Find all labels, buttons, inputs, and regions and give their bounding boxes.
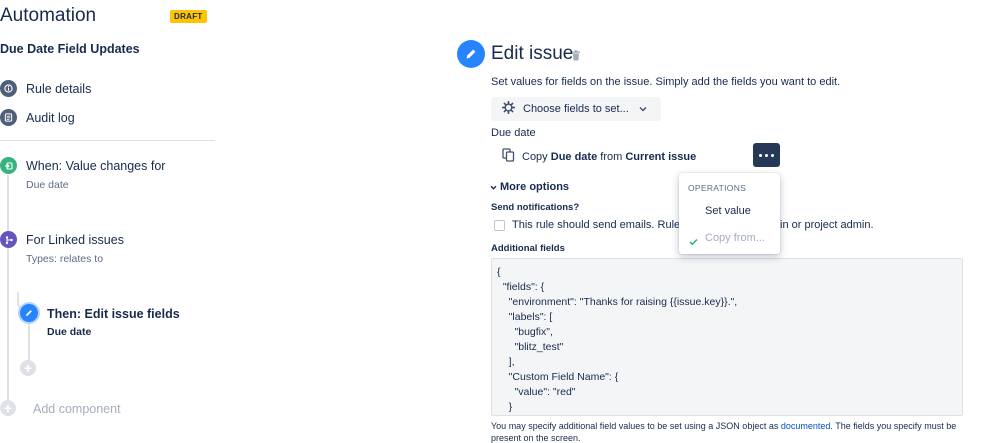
- app-title: Automation: [0, 5, 97, 26]
- additional-fields-help: You may specify additional field values …: [491, 420, 966, 443]
- choose-fields-button[interactable]: Choose fields to set...: [491, 97, 661, 121]
- json-line: "labels": [: [497, 311, 553, 323]
- json-line: "environment": "Thanks for raising {{iss…: [497, 296, 738, 308]
- copy-middle: from: [600, 150, 623, 163]
- step-trigger-subtitle: Due date: [26, 179, 69, 191]
- more-options-label: More options: [500, 181, 570, 193]
- pencil-icon: [20, 304, 38, 322]
- send-notifications-text-end: in or project admin.: [780, 219, 874, 231]
- step-branch-subtitle: Types: relates to: [26, 253, 104, 265]
- info-icon: [0, 80, 17, 97]
- chevron-down-icon: [490, 183, 497, 192]
- chevron-down-icon: [639, 103, 647, 115]
- menu-item-set-value[interactable]: Set value: [705, 205, 751, 217]
- json-line: "bugfix",: [497, 326, 553, 338]
- copy-prefix: Copy: [522, 150, 548, 163]
- sidebar-item-rule-details[interactable]: Rule details: [0, 80, 91, 97]
- copy-source: Current issue: [625, 150, 697, 163]
- send-notifications-checkbox[interactable]: [494, 219, 505, 231]
- add-component-link[interactable]: Add component: [33, 402, 121, 416]
- send-notifications-label: Send notifications?: [491, 202, 580, 213]
- add-step-button[interactable]: +: [20, 360, 36, 376]
- step-trigger-title[interactable]: When: Value changes for: [26, 159, 165, 173]
- rule-name: Due Date Field Updates: [0, 42, 140, 56]
- add-component-icon[interactable]: +: [0, 400, 16, 416]
- flow-connector: [7, 248, 9, 400]
- copy-field-name: Due date: [550, 150, 598, 163]
- edit-issue-icon: [457, 40, 485, 68]
- send-notifications-row[interactable]: This rule should send emails. Rule: [494, 219, 680, 231]
- json-line: }: [497, 401, 513, 413]
- plus-icon: +: [3, 400, 13, 416]
- plus-icon: +: [23, 360, 33, 376]
- choose-fields-label: Choose fields to set...: [523, 103, 629, 115]
- json-line: "fields": {: [497, 281, 545, 293]
- documented-link[interactable]: documented: [781, 421, 831, 431]
- json-line: ],: [497, 356, 515, 368]
- json-line: "value": "red": [497, 386, 576, 398]
- check-icon: [689, 233, 698, 251]
- additional-fields-editor[interactable]: { "fields": { "environment": "Thanks for…: [491, 258, 963, 416]
- trash-icon[interactable]: [571, 48, 581, 66]
- trigger-icon: [0, 157, 17, 174]
- copy-icon: [502, 148, 515, 165]
- json-line: "blitz_test": [497, 341, 564, 353]
- gear-icon: [501, 100, 516, 117]
- log-icon: [0, 109, 17, 126]
- sidebar-item-audit-log[interactable]: Audit log: [0, 109, 75, 126]
- page-title: Edit issue: [491, 43, 574, 64]
- additional-fields-label: Additional fields: [491, 243, 565, 254]
- copy-field-row: Copy Due date from Current issue: [502, 148, 696, 165]
- operations-menu: OPERATIONS Set value Copy from...: [679, 173, 780, 254]
- draft-badge: DRAFT: [170, 10, 207, 23]
- flow-connector: [28, 320, 30, 362]
- help-text-before: You may specify additional field values …: [491, 421, 781, 431]
- step-action-subtitle: Due date: [47, 326, 92, 338]
- more-actions-button[interactable]: [753, 143, 780, 167]
- more-icon: [759, 153, 774, 157]
- send-notifications-text: This rule should send emails. Rule: [512, 219, 681, 231]
- sidebar-item-label: Audit log: [26, 110, 75, 125]
- step-branch-title[interactable]: For Linked issues: [26, 233, 124, 247]
- more-options-toggle[interactable]: More options: [490, 181, 569, 193]
- sidebar-divider: [0, 140, 215, 141]
- sidebar-item-label: Rule details: [26, 81, 92, 96]
- menu-item-copy-from[interactable]: Copy from...: [705, 232, 765, 244]
- json-line: {: [497, 266, 501, 278]
- operations-heading: OPERATIONS: [688, 183, 747, 193]
- flow-connector: [7, 175, 9, 233]
- intro-text: Set values for fields on the issue. Simp…: [491, 76, 841, 88]
- step-action-title[interactable]: Then: Edit issue fields: [47, 307, 180, 321]
- due-date-field-label: Due date: [491, 127, 536, 139]
- json-line: "Custom Field Name": {: [497, 371, 619, 383]
- branch-icon: [0, 231, 17, 248]
